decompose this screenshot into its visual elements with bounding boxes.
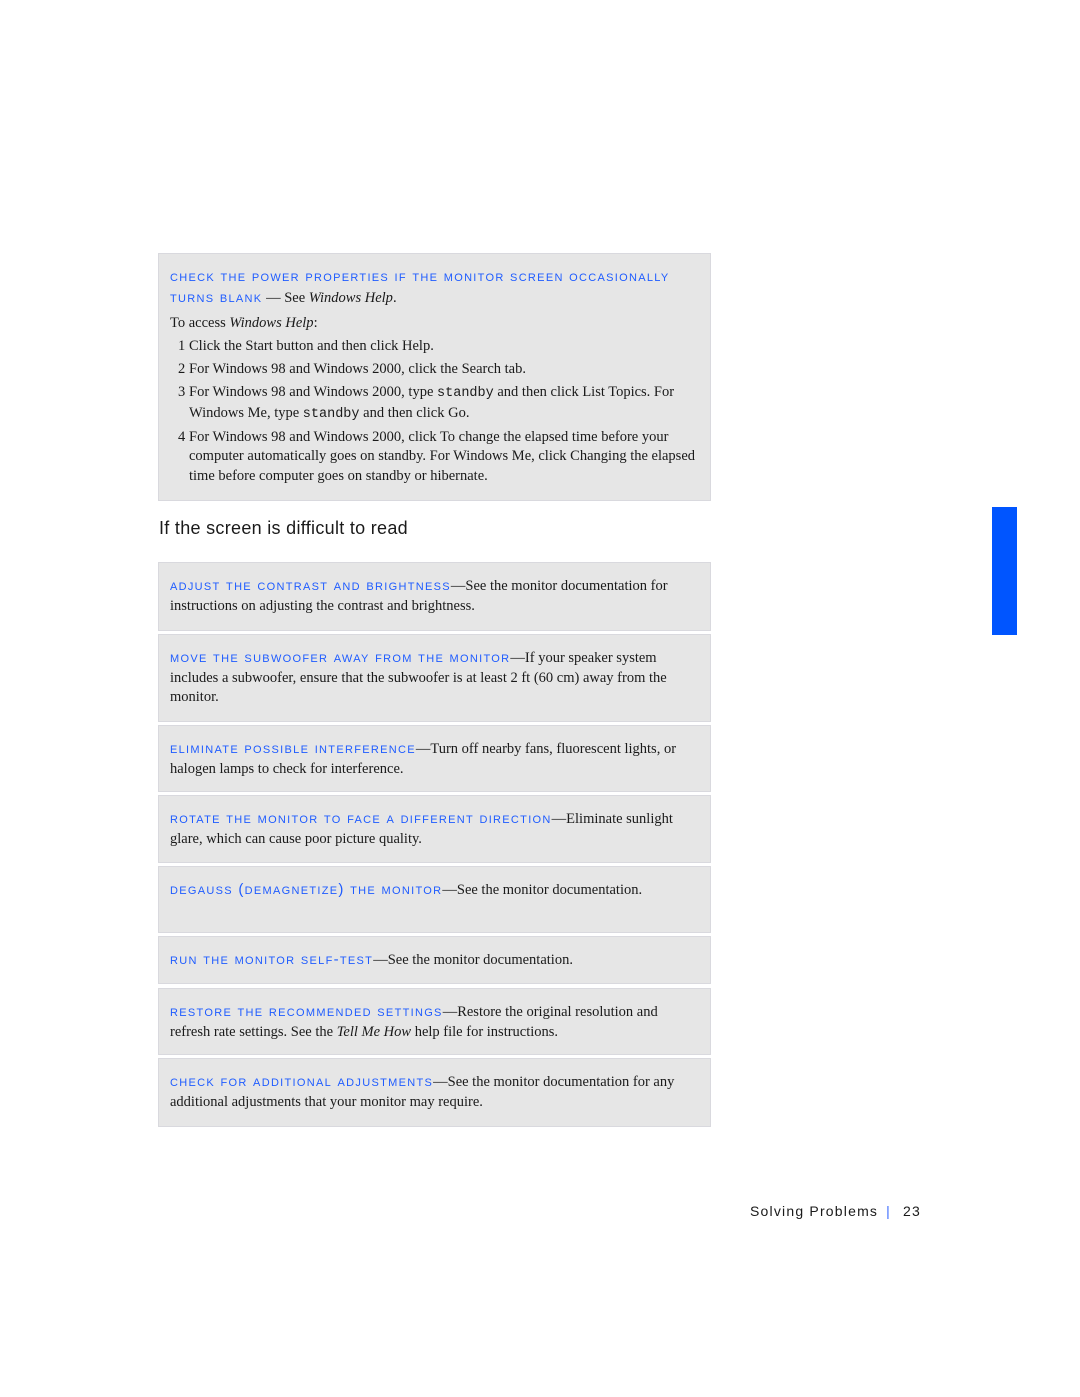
step-number: 1 (178, 338, 186, 354)
note-intro: To access Windows Help: (170, 314, 699, 334)
step-text: Click the Start button and then click He… (189, 338, 434, 354)
tip-text: —See the monitor documentation. (442, 882, 643, 898)
step-text: For Windows 98 and Windows 2000, type (189, 384, 438, 400)
tip-title: Check for additional adjustments (170, 1073, 434, 1090)
power-properties-note: Check the Power Properties if the monito… (158, 253, 711, 501)
section-heading: If the screen is difficult to read (159, 518, 408, 538)
windows-help-ref: Windows Help (308, 289, 393, 306)
intro-text: To access (170, 315, 230, 331)
tip-title: Adjust the contrast and brightness (170, 577, 451, 594)
tip-title: Move the subwoofer away from the monitor (170, 649, 511, 666)
tip-title: Restore the recommended settings (170, 1003, 443, 1020)
code-standby: standby (302, 406, 360, 422)
page-number: 23 (902, 1203, 921, 1219)
tip-box: Rotate the monitor to face a different d… (158, 795, 711, 863)
note-lead-paragraph: Check the Power Properties if the monito… (170, 267, 699, 308)
tip-box: Adjust the contrast and brightness—See t… (158, 562, 711, 631)
step-text: For Windows 98 and Windows 2000, click t… (189, 361, 526, 377)
step-text: and then click Go. (359, 404, 470, 421)
intro-windows-help: Windows Help (229, 315, 314, 331)
tip-box: Move the subwoofer away from the monitor… (158, 634, 711, 722)
intro-suffix: : (313, 315, 318, 331)
tip-box: Check for additional adjustments—See the… (158, 1058, 711, 1127)
tip-box: Restore the recommended settings—Restore… (158, 988, 711, 1055)
tip-title: Rotate the monitor to face a different d… (170, 810, 552, 827)
tip-text: help file for instructions. (411, 1023, 559, 1040)
step-number: 4 (178, 428, 186, 445)
step-item: 1 Click the Start button and then click H… (170, 337, 699, 357)
footer-section-title: Solving Problems (750, 1203, 879, 1219)
tell-me-how-ref: Tell Me How (336, 1023, 412, 1040)
tip-text: —See the monitor documentation. (373, 952, 573, 968)
footer-separator: | (886, 1203, 891, 1219)
step-item: 2 For Windows 98 and Windows 2000, click … (170, 360, 699, 380)
lead-text: See (284, 289, 309, 306)
tip-title: Eliminate possible interference (170, 740, 416, 757)
step-number: 2 (178, 361, 186, 377)
tip-box: Eliminate possible interference—Turn off… (158, 725, 711, 792)
tip-box: Degauss (demagnetize) the monitor—See th… (158, 866, 711, 933)
lead-suffix: . (392, 289, 397, 306)
chapter-thumb-tab (992, 507, 1017, 635)
step-item: 3 For Windows 98 and Windows 2000, type s… (170, 383, 699, 424)
em-dash: — (262, 289, 285, 306)
step-item: 4 For Windows 98 and Windows 2000, click … (170, 428, 699, 487)
tip-title: Run the monitor self-test (170, 951, 374, 968)
code-standby: standby (437, 386, 494, 401)
tip-box: Run the monitor self-test—See the monito… (158, 936, 711, 984)
step-number: 3 (178, 384, 186, 400)
steps-list: 1 Click the Start button and then click H… (170, 337, 699, 486)
note-lead-title: Check the Power Properties if the monito… (170, 268, 670, 306)
page-footer: Solving Problems | 23 (750, 1203, 921, 1219)
step-text: For Windows 98 and Windows 2000, click T… (189, 428, 696, 484)
tip-title: Degauss (demagnetize) the monitor (170, 881, 443, 898)
